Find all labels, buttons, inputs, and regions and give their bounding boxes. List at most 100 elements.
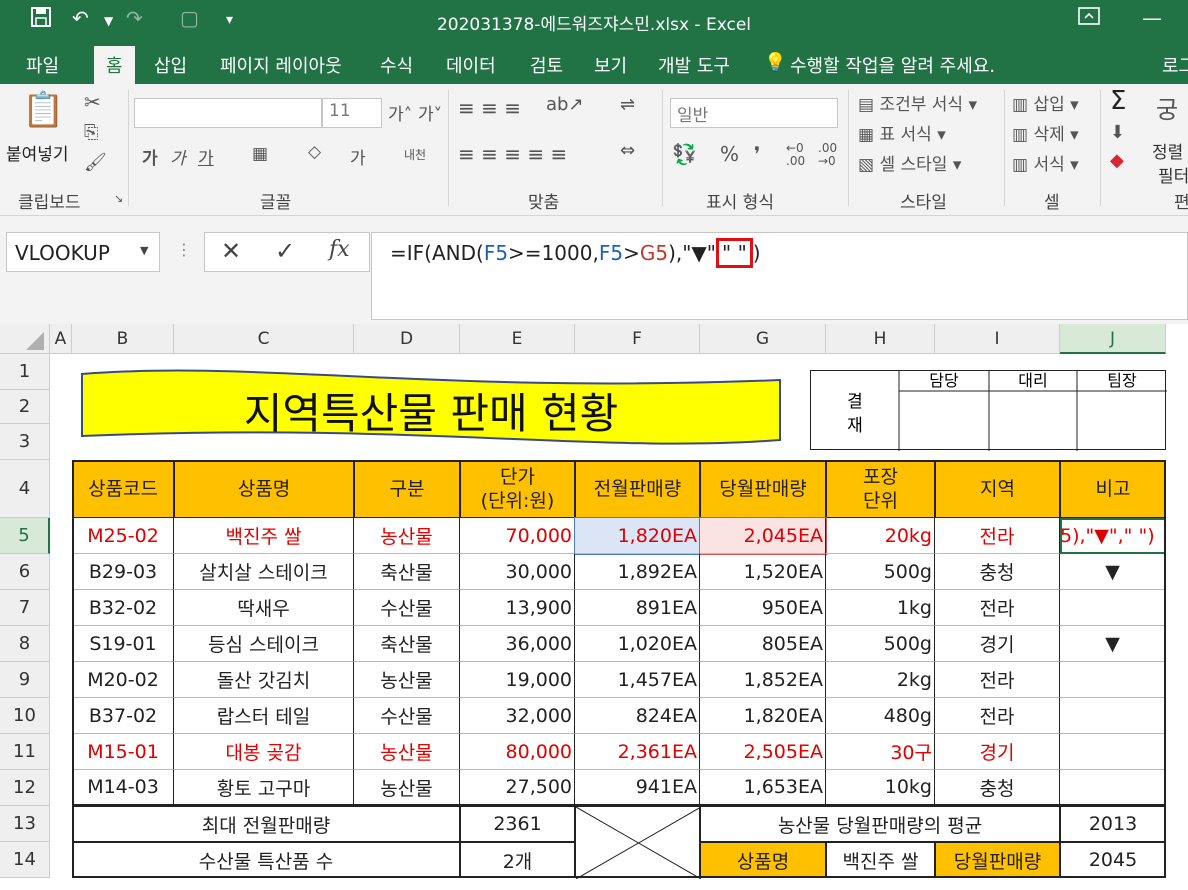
- table-cell[interactable]: 1,520EA: [700, 554, 826, 590]
- row-header-7[interactable]: 7: [0, 590, 50, 626]
- increase-font-icon[interactable]: 가˄: [388, 100, 412, 125]
- table-cell[interactable]: 살치살 스테이크: [174, 554, 354, 590]
- name-box-dropdown-icon[interactable]: ▼: [140, 244, 148, 257]
- table-cell[interactable]: 950EA: [700, 590, 826, 626]
- table-cell[interactable]: 70,000: [460, 518, 575, 554]
- table-cell[interactable]: [1060, 698, 1166, 734]
- clipboard-launcher-icon[interactable]: ↘: [114, 192, 123, 205]
- row-header-8[interactable]: 8: [0, 626, 50, 662]
- table-cell[interactable]: 805EA: [700, 626, 826, 662]
- table-cell[interactable]: 27,500: [460, 770, 575, 806]
- table-cell[interactable]: 축산물: [354, 554, 460, 590]
- table-cell[interactable]: 500g: [826, 626, 935, 662]
- orientation-icon[interactable]: ab↗: [546, 94, 584, 115]
- table-cell[interactable]: M14-03: [72, 770, 174, 806]
- tab-formulas[interactable]: 수식: [380, 52, 413, 78]
- column-header-g[interactable]: G: [700, 324, 826, 354]
- row-header-1[interactable]: 1: [0, 354, 50, 390]
- ribbon-display-icon[interactable]: [1078, 6, 1100, 31]
- row-header-4[interactable]: 4: [0, 460, 50, 518]
- insert-function-icon[interactable]: fx: [329, 237, 350, 262]
- seafood-count-value[interactable]: 2개: [460, 842, 575, 878]
- table-cell[interactable]: 축산물: [354, 626, 460, 662]
- column-header-d[interactable]: D: [354, 324, 460, 354]
- table-cell[interactable]: 1,892EA: [575, 554, 700, 590]
- column-header-h[interactable]: H: [826, 324, 935, 354]
- autosum-icon[interactable]: Σ: [1110, 86, 1126, 116]
- current-sales-value[interactable]: 2045: [1060, 842, 1166, 878]
- table-cell[interactable]: 2,361EA: [575, 734, 700, 770]
- table-cell[interactable]: 941EA: [575, 770, 700, 806]
- table-cell[interactable]: 수산물: [354, 590, 460, 626]
- row-header-13[interactable]: 13: [0, 806, 50, 842]
- table-cell[interactable]: 1,653EA: [700, 770, 826, 806]
- tab-page-layout[interactable]: 페이지 레이아웃: [220, 52, 342, 78]
- copy-icon[interactable]: ⎘: [84, 122, 98, 143]
- paste-button[interactable]: 붙여넣기: [6, 140, 69, 165]
- percent-icon[interactable]: %: [720, 142, 739, 166]
- enter-icon[interactable]: ✓: [275, 237, 295, 265]
- sort-filter-label[interactable]: 정렬: [1152, 138, 1183, 163]
- table-cell[interactable]: 경기: [935, 626, 1060, 662]
- table-cell[interactable]: [1060, 770, 1166, 806]
- underline-button[interactable]: 가: [198, 144, 214, 169]
- italic-button[interactable]: 가: [170, 144, 186, 169]
- table-cell[interactable]: 경기: [935, 734, 1060, 770]
- row-header-5[interactable]: 5: [0, 518, 50, 554]
- font-name-box[interactable]: [134, 98, 322, 128]
- table-cell[interactable]: 등심 스테이크: [174, 626, 354, 662]
- decrease-font-icon[interactable]: 가˅: [418, 100, 442, 125]
- table-cell[interactable]: ▼: [1060, 626, 1166, 662]
- tab-insert[interactable]: 삽입: [154, 52, 187, 78]
- format-table-button[interactable]: ▦ 표 서식 ▾: [858, 120, 946, 145]
- table-cell[interactable]: 32,000: [460, 698, 575, 734]
- table-cell[interactable]: 1,820EA: [574, 517, 701, 555]
- decrease-decimal-icon[interactable]: .00 →0: [818, 142, 837, 168]
- tell-me-search[interactable]: 수행할 작업을 알려 주세요.: [790, 52, 995, 78]
- table-cell[interactable]: 2kg: [826, 662, 935, 698]
- tab-review[interactable]: 검토: [530, 52, 563, 78]
- table-cell[interactable]: [1060, 662, 1166, 698]
- format-cells-button[interactable]: ▥ 서식 ▾: [1012, 150, 1079, 175]
- table-cell[interactable]: 황토 고구마: [174, 770, 354, 806]
- column-header-j[interactable]: J: [1060, 324, 1166, 354]
- filter-label[interactable]: 필터: [1158, 162, 1188, 187]
- table-cell[interactable]: 충청: [935, 770, 1060, 806]
- table-cell[interactable]: 36,000: [460, 626, 575, 662]
- row-header-10[interactable]: 10: [0, 698, 50, 734]
- accounting-icon[interactable]: 💱: [672, 142, 697, 166]
- column-header-b[interactable]: B: [72, 324, 174, 354]
- row-header-11[interactable]: 11: [0, 734, 50, 770]
- row-header-6[interactable]: 6: [0, 554, 50, 590]
- row-header-14[interactable]: 14: [0, 842, 50, 878]
- conditional-format-button[interactable]: ▤ 조건부 서식 ▾: [858, 90, 977, 115]
- table-cell[interactable]: 백진주 쌀: [174, 518, 354, 554]
- table-cell[interactable]: 1kg: [826, 590, 935, 626]
- table-cell[interactable]: 1,852EA: [700, 662, 826, 698]
- number-format-box[interactable]: 일반: [670, 98, 838, 128]
- sort-filter-icon[interactable]: 궁: [1156, 90, 1178, 125]
- table-cell[interactable]: 돌산 갓김치: [174, 662, 354, 698]
- table-cell[interactable]: 1,457EA: [575, 662, 700, 698]
- fill-icon[interactable]: ⬇: [1110, 122, 1125, 143]
- table-cell[interactable]: 전라: [935, 698, 1060, 734]
- table-cell[interactable]: 20kg: [826, 518, 935, 554]
- table-cell[interactable]: 19,000: [460, 662, 575, 698]
- table-cell[interactable]: 30,000: [460, 554, 575, 590]
- cut-icon[interactable]: ✂: [84, 90, 101, 114]
- table-cell[interactable]: 전라: [935, 518, 1060, 554]
- table-cell[interactable]: 농산물: [354, 734, 460, 770]
- tab-data[interactable]: 데이터: [446, 52, 496, 78]
- table-cell[interactable]: B32-02: [72, 590, 174, 626]
- comma-icon[interactable]: ❜: [754, 142, 760, 166]
- table-cell[interactable]: 13,900: [460, 590, 575, 626]
- row-header-2[interactable]: 2: [0, 390, 50, 424]
- phonetic-button[interactable]: 내천: [404, 146, 426, 163]
- border-icon[interactable]: ▦: [252, 144, 268, 164]
- format-painter-icon[interactable]: 🖌: [84, 152, 107, 173]
- table-cell[interactable]: 480g: [826, 698, 935, 734]
- table-cell[interactable]: M20-02: [72, 662, 174, 698]
- clear-icon[interactable]: ◆: [1110, 150, 1124, 171]
- table-cell[interactable]: [1060, 590, 1166, 626]
- font-color-button[interactable]: 가: [350, 144, 366, 169]
